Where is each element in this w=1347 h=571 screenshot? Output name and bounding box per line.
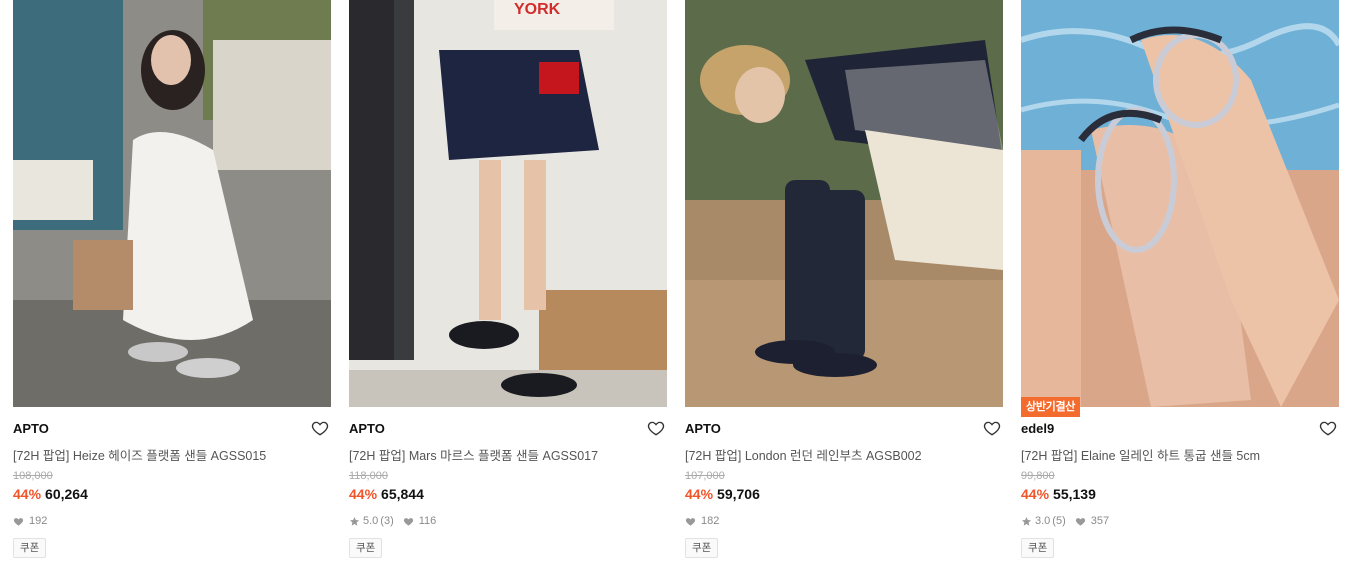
heart-filled-icon <box>1075 517 1085 526</box>
product-image[interactable] <box>1021 0 1339 407</box>
brand-name[interactable]: APTO <box>685 421 721 436</box>
product-photo-woman-navy-skirt: YORK <box>349 0 667 407</box>
brand-name[interactable]: APTO <box>349 421 385 436</box>
product-meta: 3.0 (5) 357 <box>1021 515 1118 527</box>
likes-group: 182 <box>685 515 719 527</box>
product-photo-woman-rain-boots <box>685 0 1003 407</box>
likes-count: 357 <box>1090 515 1110 527</box>
discount-rate: 44% <box>685 486 714 502</box>
product-meta: 192 <box>13 515 56 527</box>
heart-filled-icon <box>403 517 413 526</box>
likes-count: 192 <box>29 515 48 527</box>
rating-group: 3.0 (5) <box>1021 515 1066 527</box>
likes-count: 116 <box>418 515 437 527</box>
price-row: 44% 55,139 <box>1021 486 1096 502</box>
discount-rate: 44% <box>13 486 42 502</box>
product-image[interactable]: YORK <box>349 0 667 407</box>
product-meta: 182 <box>685 515 728 527</box>
review-count: (3) <box>380 515 394 527</box>
wishlist-heart-icon[interactable] <box>983 419 1001 437</box>
rating-score: 3.0 <box>1035 515 1051 527</box>
brand-name[interactable]: edel9 <box>1021 421 1054 436</box>
sale-price: 60,264 <box>45 486 88 502</box>
discount-rate: 44% <box>1021 486 1050 502</box>
product-meta: 5.0 (3) 116 <box>349 515 445 527</box>
product-name[interactable]: [72H 팝업] Mars 마르스 플랫폼 샌들 AGSS017 <box>349 445 598 464</box>
product-image[interactable] <box>13 0 331 407</box>
likes-count: 182 <box>701 515 720 527</box>
brand-name[interactable]: APTO <box>13 421 49 436</box>
product-card[interactable]: YORK APTO [72H 팝업] Mars 마르스 플랫폼 샌들 AGSS0… <box>349 0 667 571</box>
original-price: 118,000 <box>349 470 388 482</box>
wishlist-heart-icon[interactable] <box>1319 419 1337 437</box>
sale-price: 55,139 <box>1053 486 1096 502</box>
coupon-tag: 쿠폰 <box>349 538 383 558</box>
review-count: (5) <box>1052 515 1066 527</box>
heart-filled-icon <box>685 517 696 526</box>
original-price: 108,000 <box>13 470 53 482</box>
coupon-tag: 쿠폰 <box>13 538 47 558</box>
sale-price: 59,706 <box>717 486 760 502</box>
likes-group: 357 <box>1075 515 1109 527</box>
heart-filled-icon <box>13 517 24 526</box>
wishlist-heart-icon[interactable] <box>311 419 329 437</box>
rating-group: 5.0 (3) <box>349 515 394 527</box>
product-card[interactable]: APTO [72H 팝업] Heize 헤이즈 플랫폼 샌들 AGSS015 1… <box>13 0 331 571</box>
svg-text:YORK: YORK <box>514 1 561 18</box>
product-grid: APTO [72H 팝업] Heize 헤이즈 플랫폼 샌들 AGSS015 1… <box>0 0 1347 571</box>
product-photo-silver-sandals-pool <box>1021 0 1339 407</box>
likes-group: 116 <box>403 515 437 527</box>
star-icon <box>1022 516 1031 526</box>
product-card[interactable]: APTO [72H 팝업] London 런던 레인부츠 AGSB002 107… <box>685 0 1003 571</box>
star-icon <box>350 516 359 526</box>
price-row: 44% 60,264 <box>13 486 88 502</box>
original-price: 99,800 <box>1021 470 1055 482</box>
likes-group: 192 <box>13 515 47 527</box>
rating-score: 5.0 <box>363 515 379 527</box>
original-price: 107,000 <box>685 470 725 482</box>
product-name[interactable]: [72H 팝업] London 런던 레인부츠 AGSB002 <box>685 445 922 464</box>
price-row: 44% 59,706 <box>685 486 760 502</box>
discount-rate: 44% <box>349 486 378 502</box>
product-name[interactable]: [72H 팝업] Elaine 일레인 하트 통굽 샌들 5cm <box>1021 445 1260 464</box>
product-photo-woman-white-dress <box>13 0 331 407</box>
price-row: 44% 65,844 <box>349 486 424 502</box>
product-card[interactable]: 상반기결산 edel9 [72H 팝업] Elaine 일레인 하트 통굽 샌들… <box>1021 0 1339 571</box>
product-name[interactable]: [72H 팝업] Heize 헤이즈 플랫폼 샌들 AGSS015 <box>13 445 266 464</box>
sale-price: 65,844 <box>381 486 424 502</box>
promo-badge: 상반기결산 <box>1021 397 1081 417</box>
coupon-tag: 쿠폰 <box>685 538 719 558</box>
wishlist-heart-icon[interactable] <box>647 419 665 437</box>
product-image[interactable] <box>685 0 1003 407</box>
coupon-tag: 쿠폰 <box>1021 538 1055 558</box>
